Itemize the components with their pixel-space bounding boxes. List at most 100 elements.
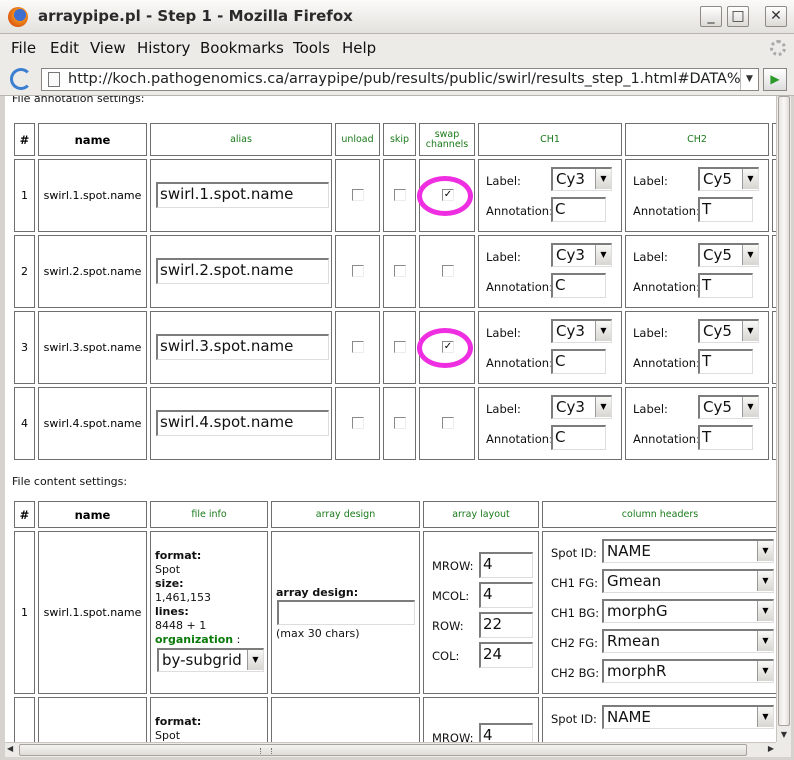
ch2-label-select[interactable]: Cy5 ▼	[698, 167, 759, 191]
chevron-down-icon[interactable]: ▼	[595, 397, 611, 417]
chevron-down-icon[interactable]: ▼	[742, 169, 758, 189]
alias-cell: swirl.2.spot.name	[150, 235, 332, 308]
col-name-header: name	[38, 123, 147, 156]
go-button[interactable]: ▶	[763, 68, 787, 91]
unload-checkbox[interactable]	[352, 417, 364, 429]
ch1-annot-caption: Annotation:	[486, 356, 553, 370]
alias-input[interactable]: swirl.1.spot.name	[156, 182, 329, 208]
ch2-annot-input[interactable]: T	[698, 197, 753, 222]
unload-checkbox[interactable]	[352, 341, 364, 353]
array-design-input[interactable]	[277, 600, 415, 625]
menu-bookmarks[interactable]: Bookmarks	[200, 39, 284, 57]
alias-input[interactable]: swirl.2.spot.name	[156, 258, 329, 284]
ch1-label-select[interactable]: Cy3 ▼	[551, 167, 612, 191]
url-text[interactable]: http://koch.pathogenomics.ca/arraypipe/p…	[68, 71, 740, 87]
chevron-down-icon[interactable]: ▼	[595, 169, 611, 189]
ch1-fg-select[interactable]: Gmean ▼	[602, 569, 774, 593]
ch1-annot-caption: Annotation:	[486, 280, 553, 294]
spot-id-select[interactable]: NAME ▼	[602, 705, 774, 729]
ch2-annot-input[interactable]: T	[698, 349, 753, 374]
ch1-label-select[interactable]: Cy3 ▼	[551, 319, 612, 343]
window-title: arraypipe.pl - Step 1 - Mozilla Firefox	[38, 7, 353, 25]
swap-checkbox[interactable]	[442, 417, 454, 429]
alias-input[interactable]: swirl.4.spot.name	[156, 410, 329, 436]
ch1-annot-input[interactable]: C	[551, 197, 606, 222]
row-name	[38, 697, 147, 742]
menu-help[interactable]: Help	[342, 39, 376, 57]
maximize-button[interactable]: □	[727, 6, 749, 27]
ch1-annot-input[interactable]: C	[551, 273, 606, 298]
vertical-scroll-thumb[interactable]	[778, 96, 790, 726]
chevron-down-icon[interactable]: ▼	[757, 601, 773, 621]
skip-checkbox[interactable]	[394, 265, 406, 277]
alias-input[interactable]: swirl.3.spot.name	[156, 334, 329, 360]
chevron-down-icon[interactable]: ▼	[742, 245, 758, 265]
skip-cell	[383, 311, 416, 384]
ch2-fg-select[interactable]: Rmean ▼	[602, 629, 774, 653]
ch1-bg-select[interactable]: morphG ▼	[602, 599, 774, 623]
ch1-label-value: Cy3	[556, 246, 585, 264]
row-name: swirl.1.spot.name	[38, 531, 147, 694]
array-layout-cell: MROW: 4 MCOL: 4 ROW: 22 COL: 24	[423, 531, 539, 694]
skip-checkbox[interactable]	[394, 341, 406, 353]
ch1-label-value: Cy3	[556, 398, 585, 416]
menu-file[interactable]: File	[11, 39, 36, 57]
throbber-icon	[770, 40, 786, 56]
mrow-input[interactable]: 4	[479, 723, 533, 742]
ch2-label-select[interactable]: Cy5 ▼	[698, 243, 759, 267]
ch2-bg-select[interactable]: morphR ▼	[602, 659, 774, 683]
ch2-annot-input[interactable]: T	[698, 273, 753, 298]
horizontal-scrollbar[interactable]: ◀ ▶	[5, 742, 776, 757]
chevron-down-icon[interactable]: ▼	[595, 321, 611, 341]
mrow-label: MROW:	[432, 731, 474, 742]
url-history-dropdown[interactable]: ▼	[740, 69, 758, 90]
reload-icon[interactable]	[10, 68, 32, 90]
ch1-label-select[interactable]: Cy3 ▼	[551, 395, 612, 419]
ch2-label-select[interactable]: Cy5 ▼	[698, 319, 759, 343]
page-content: File annotation settings: # name alias u…	[5, 96, 776, 742]
unload-cell	[335, 387, 380, 460]
ch1-annot-input[interactable]: C	[551, 349, 606, 374]
ch2-annot-input[interactable]: T	[698, 425, 753, 450]
ch1-label-select[interactable]: Cy3 ▼	[551, 243, 612, 267]
unload-checkbox[interactable]	[352, 189, 364, 201]
menu-view[interactable]: View	[90, 39, 126, 57]
chevron-down-icon[interactable]: ▼	[757, 631, 773, 651]
chevron-down-icon[interactable]: ▼	[757, 571, 773, 591]
unload-checkbox[interactable]	[352, 265, 364, 277]
organization-value: by-subgrid	[162, 651, 242, 669]
vertical-scrollbar[interactable]: ▼	[776, 96, 791, 742]
col-input[interactable]: 24	[479, 642, 533, 668]
ch1-annot-input[interactable]: C	[551, 425, 606, 450]
chevron-down-icon[interactable]: ▼	[742, 397, 758, 417]
ch2-label-select[interactable]: Cy5 ▼	[698, 395, 759, 419]
minimize-button[interactable]: _	[700, 6, 722, 27]
url-bar[interactable]: http://koch.pathogenomics.ca/arraypipe/p…	[41, 68, 759, 91]
mcol-input[interactable]: 4	[479, 582, 533, 608]
menu-history[interactable]: History	[137, 39, 190, 57]
col-arraylayout-header: array layout	[423, 501, 539, 528]
chevron-down-icon[interactable]: ▼	[595, 245, 611, 265]
skip-checkbox[interactable]	[394, 189, 406, 201]
chevron-down-icon[interactable]: ▼	[742, 321, 758, 341]
chevron-down-icon[interactable]: ▼	[757, 541, 773, 561]
row-input[interactable]: 22	[479, 612, 533, 638]
close-button[interactable]: ✕	[765, 6, 787, 27]
ch2-label-value: Cy5	[703, 246, 732, 264]
organization-select[interactable]: by-subgrid ▼	[157, 648, 264, 672]
chevron-down-icon[interactable]: ▼	[757, 707, 773, 727]
chevron-down-icon[interactable]: ▼	[757, 661, 773, 681]
spot-id-select[interactable]: NAME ▼	[602, 539, 774, 563]
horizontal-scroll-thumb[interactable]	[19, 744, 747, 756]
scroll-right-arrow-icon[interactable]: ▶	[768, 744, 774, 753]
chevron-down-icon[interactable]: ▼	[247, 650, 263, 670]
menu-tools[interactable]: Tools	[293, 39, 330, 57]
ch2-cell: Label: Cy5 ▼ Annotation: T	[625, 159, 769, 232]
menu-edit[interactable]: Edit	[50, 39, 79, 57]
scroll-left-arrow-icon[interactable]: ◀	[7, 744, 13, 753]
scroll-down-arrow-icon[interactable]: ▼	[777, 728, 791, 742]
col-arraydesign-header: array design	[271, 501, 420, 528]
swap-checkbox[interactable]	[442, 265, 454, 277]
skip-checkbox[interactable]	[394, 417, 406, 429]
mrow-input[interactable]: 4	[479, 552, 533, 578]
